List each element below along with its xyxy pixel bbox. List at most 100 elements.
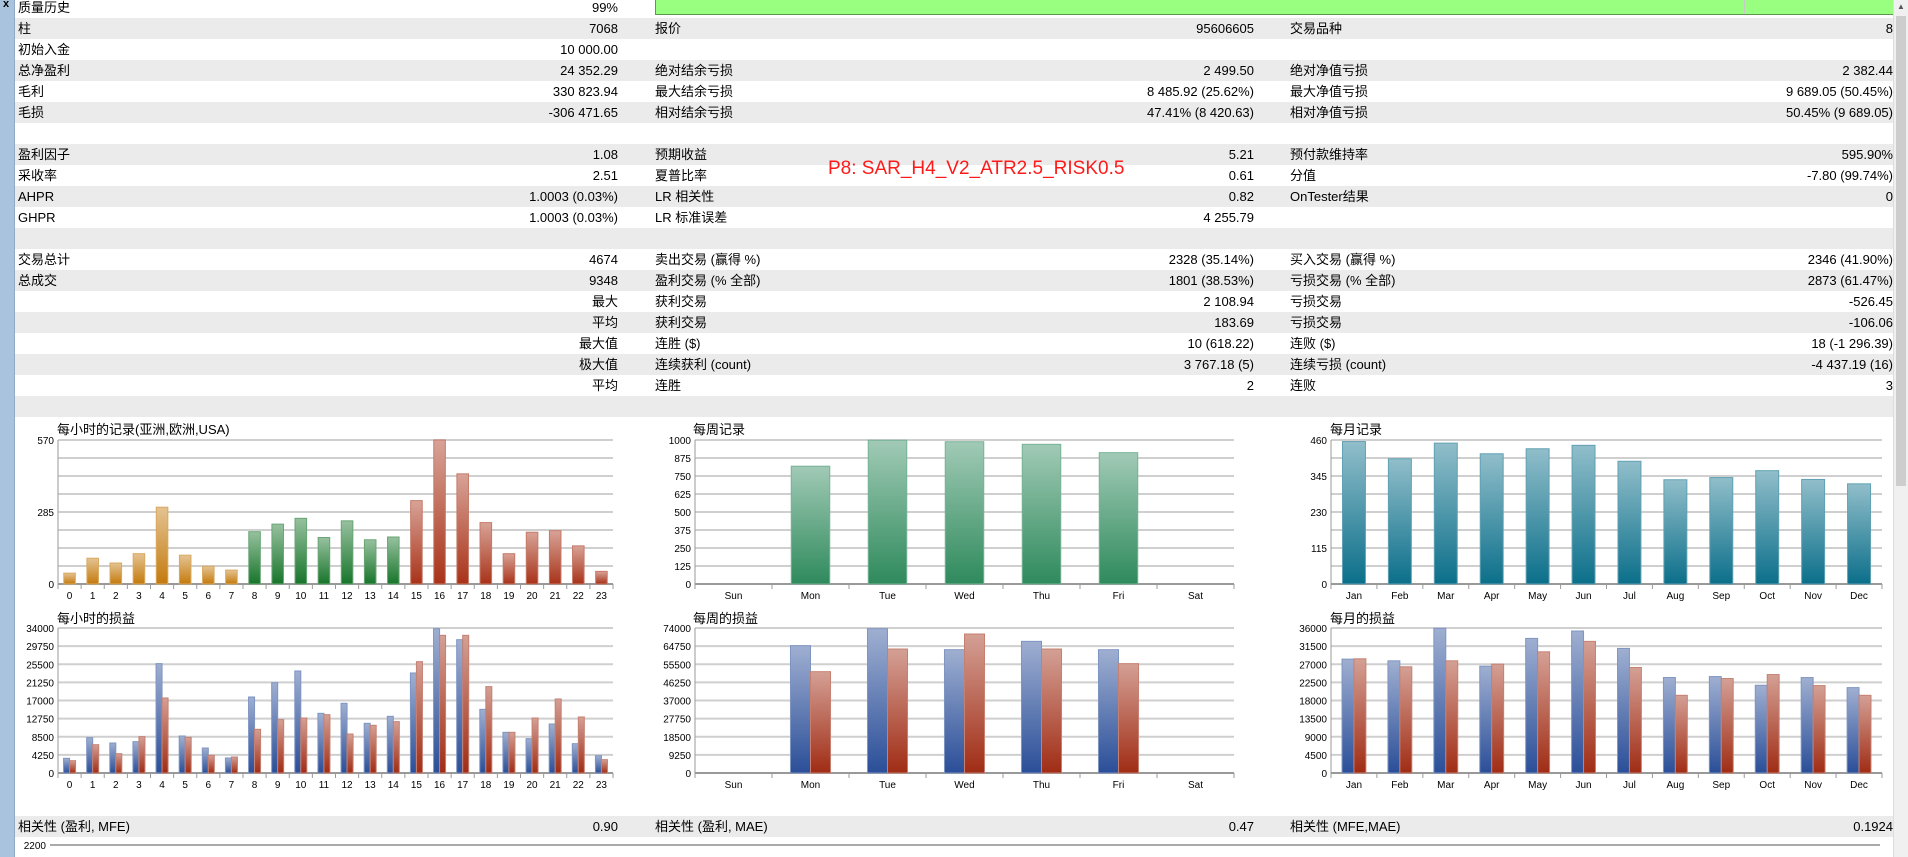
bar (155, 506, 169, 585)
x-tick-label: 3 (136, 591, 142, 602)
x-tick-label: 22 (573, 591, 585, 602)
x-tick-label: Jan (1346, 780, 1362, 791)
profit-bar (594, 755, 602, 774)
profit-bar (1341, 658, 1355, 774)
bar (572, 545, 585, 585)
bar (248, 531, 261, 585)
bar (1098, 452, 1139, 585)
bar (225, 569, 238, 585)
x-tick-label: Wed (954, 591, 974, 602)
x-tick-label: 16 (434, 591, 446, 602)
charts-canvas: 2200 02855700 1 2 3 4 5 6 7 8 9 10 11 12 13 14 15 16 17 18… (24, 436, 1883, 852)
vertical-scrollbar[interactable]: ▲ (1893, 0, 1908, 857)
x-tick-label: Mar (1437, 780, 1455, 791)
x-tick-label: Sat (1188, 591, 1203, 602)
bar (1479, 453, 1504, 585)
bar (1847, 483, 1872, 585)
loss-bar (1118, 663, 1140, 774)
loss-bar (577, 716, 585, 774)
y-tick-label: 570 (37, 436, 54, 447)
x-tick-label: Apr (1484, 780, 1500, 791)
x-tick-label: 10 (295, 780, 307, 791)
bar (63, 572, 76, 585)
loss-bar (1353, 658, 1367, 774)
x-tick-label: Fri (1113, 591, 1125, 602)
profit-bar (1617, 647, 1630, 774)
profit-bar (386, 715, 394, 774)
x-tick-label: 0 (67, 591, 73, 602)
x-tick-label: Sep (1712, 780, 1730, 791)
bar (132, 553, 146, 585)
loss-bar (184, 736, 192, 774)
scrollbar-thumb[interactable] (1896, 16, 1906, 486)
x-tick-label: 4 (159, 780, 165, 791)
y-tick-label: 74000 (663, 624, 691, 635)
x-tick-label: 14 (388, 591, 400, 602)
x-tick-label: 6 (206, 780, 212, 791)
y-tick-label: 34000 (26, 624, 54, 635)
y-tick-label: 460 (1310, 436, 1327, 447)
loss-bar (1766, 674, 1780, 774)
y-tick-label: 8500 (32, 733, 55, 744)
y-tick-label: 230 (1310, 508, 1327, 519)
y-tick-label: 17000 (26, 697, 54, 708)
x-tick-label: Jun (1575, 780, 1591, 791)
x-tick-label: 21 (550, 591, 562, 602)
y-tick-label: 12750 (26, 715, 54, 726)
profit-bar (317, 712, 325, 774)
x-tick-label: 1 (90, 780, 96, 791)
bar (1663, 479, 1688, 585)
y-tick-label: 18500 (663, 733, 691, 744)
x-tick-label: Aug (1666, 780, 1684, 791)
profit-bar (178, 735, 186, 774)
profit-bar (1387, 660, 1401, 774)
y-tick-label: 9250 (669, 751, 692, 762)
bar (1341, 441, 1366, 585)
x-tick-label: 22 (573, 780, 585, 791)
loss-bar (1812, 685, 1826, 774)
loss-bar (115, 753, 123, 774)
loss-bar (369, 724, 377, 774)
bar (595, 570, 608, 585)
scroll-up-icon[interactable]: ▲ (1894, 0, 1908, 14)
profit-bar (1433, 627, 1447, 774)
x-tick-label: 13 (365, 591, 377, 602)
x-tick-label: Oct (1759, 780, 1775, 791)
loss-bar (1720, 678, 1734, 774)
x-tick-label: 18 (480, 591, 492, 602)
x-tick-label: 20 (527, 780, 539, 791)
x-tick-label: Nov (1804, 591, 1822, 602)
profit-bar (1525, 637, 1539, 774)
profit-bar (1662, 677, 1676, 774)
profit-bar (63, 757, 71, 774)
loss-bar (300, 717, 308, 774)
loss-bar (887, 648, 909, 774)
y-tick-label: 0 (685, 580, 691, 591)
x-tick-label: 7 (229, 591, 235, 602)
loss-bar (254, 728, 262, 774)
loss-bar (323, 714, 331, 774)
loss-bar (810, 671, 832, 774)
x-tick-label: Oct (1759, 591, 1775, 602)
bar (1387, 458, 1412, 585)
x-tick-label: Sun (725, 780, 743, 791)
bar (456, 473, 469, 585)
x-tick-label: May (1528, 780, 1547, 791)
profit-bar (248, 696, 256, 774)
x-tick-label: Dec (1850, 591, 1868, 602)
loss-bar (1858, 694, 1872, 774)
profit-bar (1479, 665, 1493, 774)
bar (1525, 448, 1550, 585)
y-tick-label: 500 (674, 508, 691, 519)
x-tick-label: 4 (159, 591, 165, 602)
y-tick-label: 64750 (663, 642, 691, 653)
bar (178, 554, 192, 585)
loss-bar (161, 697, 169, 774)
loss-bar (462, 634, 470, 774)
x-tick-label: Aug (1666, 591, 1684, 602)
x-tick-label: Fri (1113, 780, 1125, 791)
bar (410, 500, 423, 585)
y-tick-label: 29750 (26, 642, 54, 653)
x-tick-label: 20 (527, 591, 539, 602)
x-tick-label: 23 (596, 780, 608, 791)
